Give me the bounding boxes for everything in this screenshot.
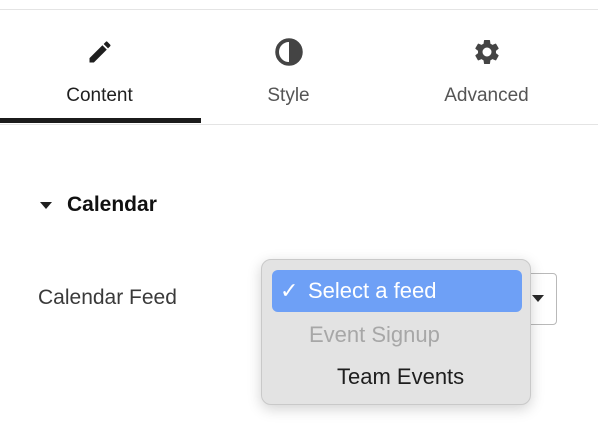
pencil-icon [84,36,116,68]
option-team-events[interactable]: Team Events [272,356,522,398]
contrast-icon [273,36,305,68]
gear-icon [471,36,503,68]
tab-advanced-label: Advanced [444,85,529,106]
caret-down-icon [532,295,544,302]
option-select-a-feed[interactable]: ✓ Select a feed [272,270,522,312]
section-title: Calendar [67,193,157,216]
tab-content-label: Content [66,85,133,106]
active-tab-indicator [0,118,201,123]
tab-style[interactable]: Style [189,10,388,125]
option-event-signup: Event Signup [272,314,522,356]
calendar-feed-dropdown-menu: ✓ Select a feed Event Signup Team Events [261,259,531,405]
tabs-divider [0,124,598,125]
caret-down-icon [40,201,52,209]
checkmark-icon: ✓ [280,278,299,303]
calendar-feed-label: Calendar Feed [38,286,177,309]
tab-content[interactable]: Content [0,10,199,125]
tab-style-label: Style [267,85,310,106]
tab-advanced[interactable]: Advanced [387,10,586,125]
option-label: Select a feed [308,278,437,303]
panel-tabs: Content Style Advanced [0,10,598,125]
section-toggle-calendar[interactable]: Calendar [40,193,157,217]
option-label: Team Events [337,364,465,389]
option-label: Event Signup [309,322,440,347]
